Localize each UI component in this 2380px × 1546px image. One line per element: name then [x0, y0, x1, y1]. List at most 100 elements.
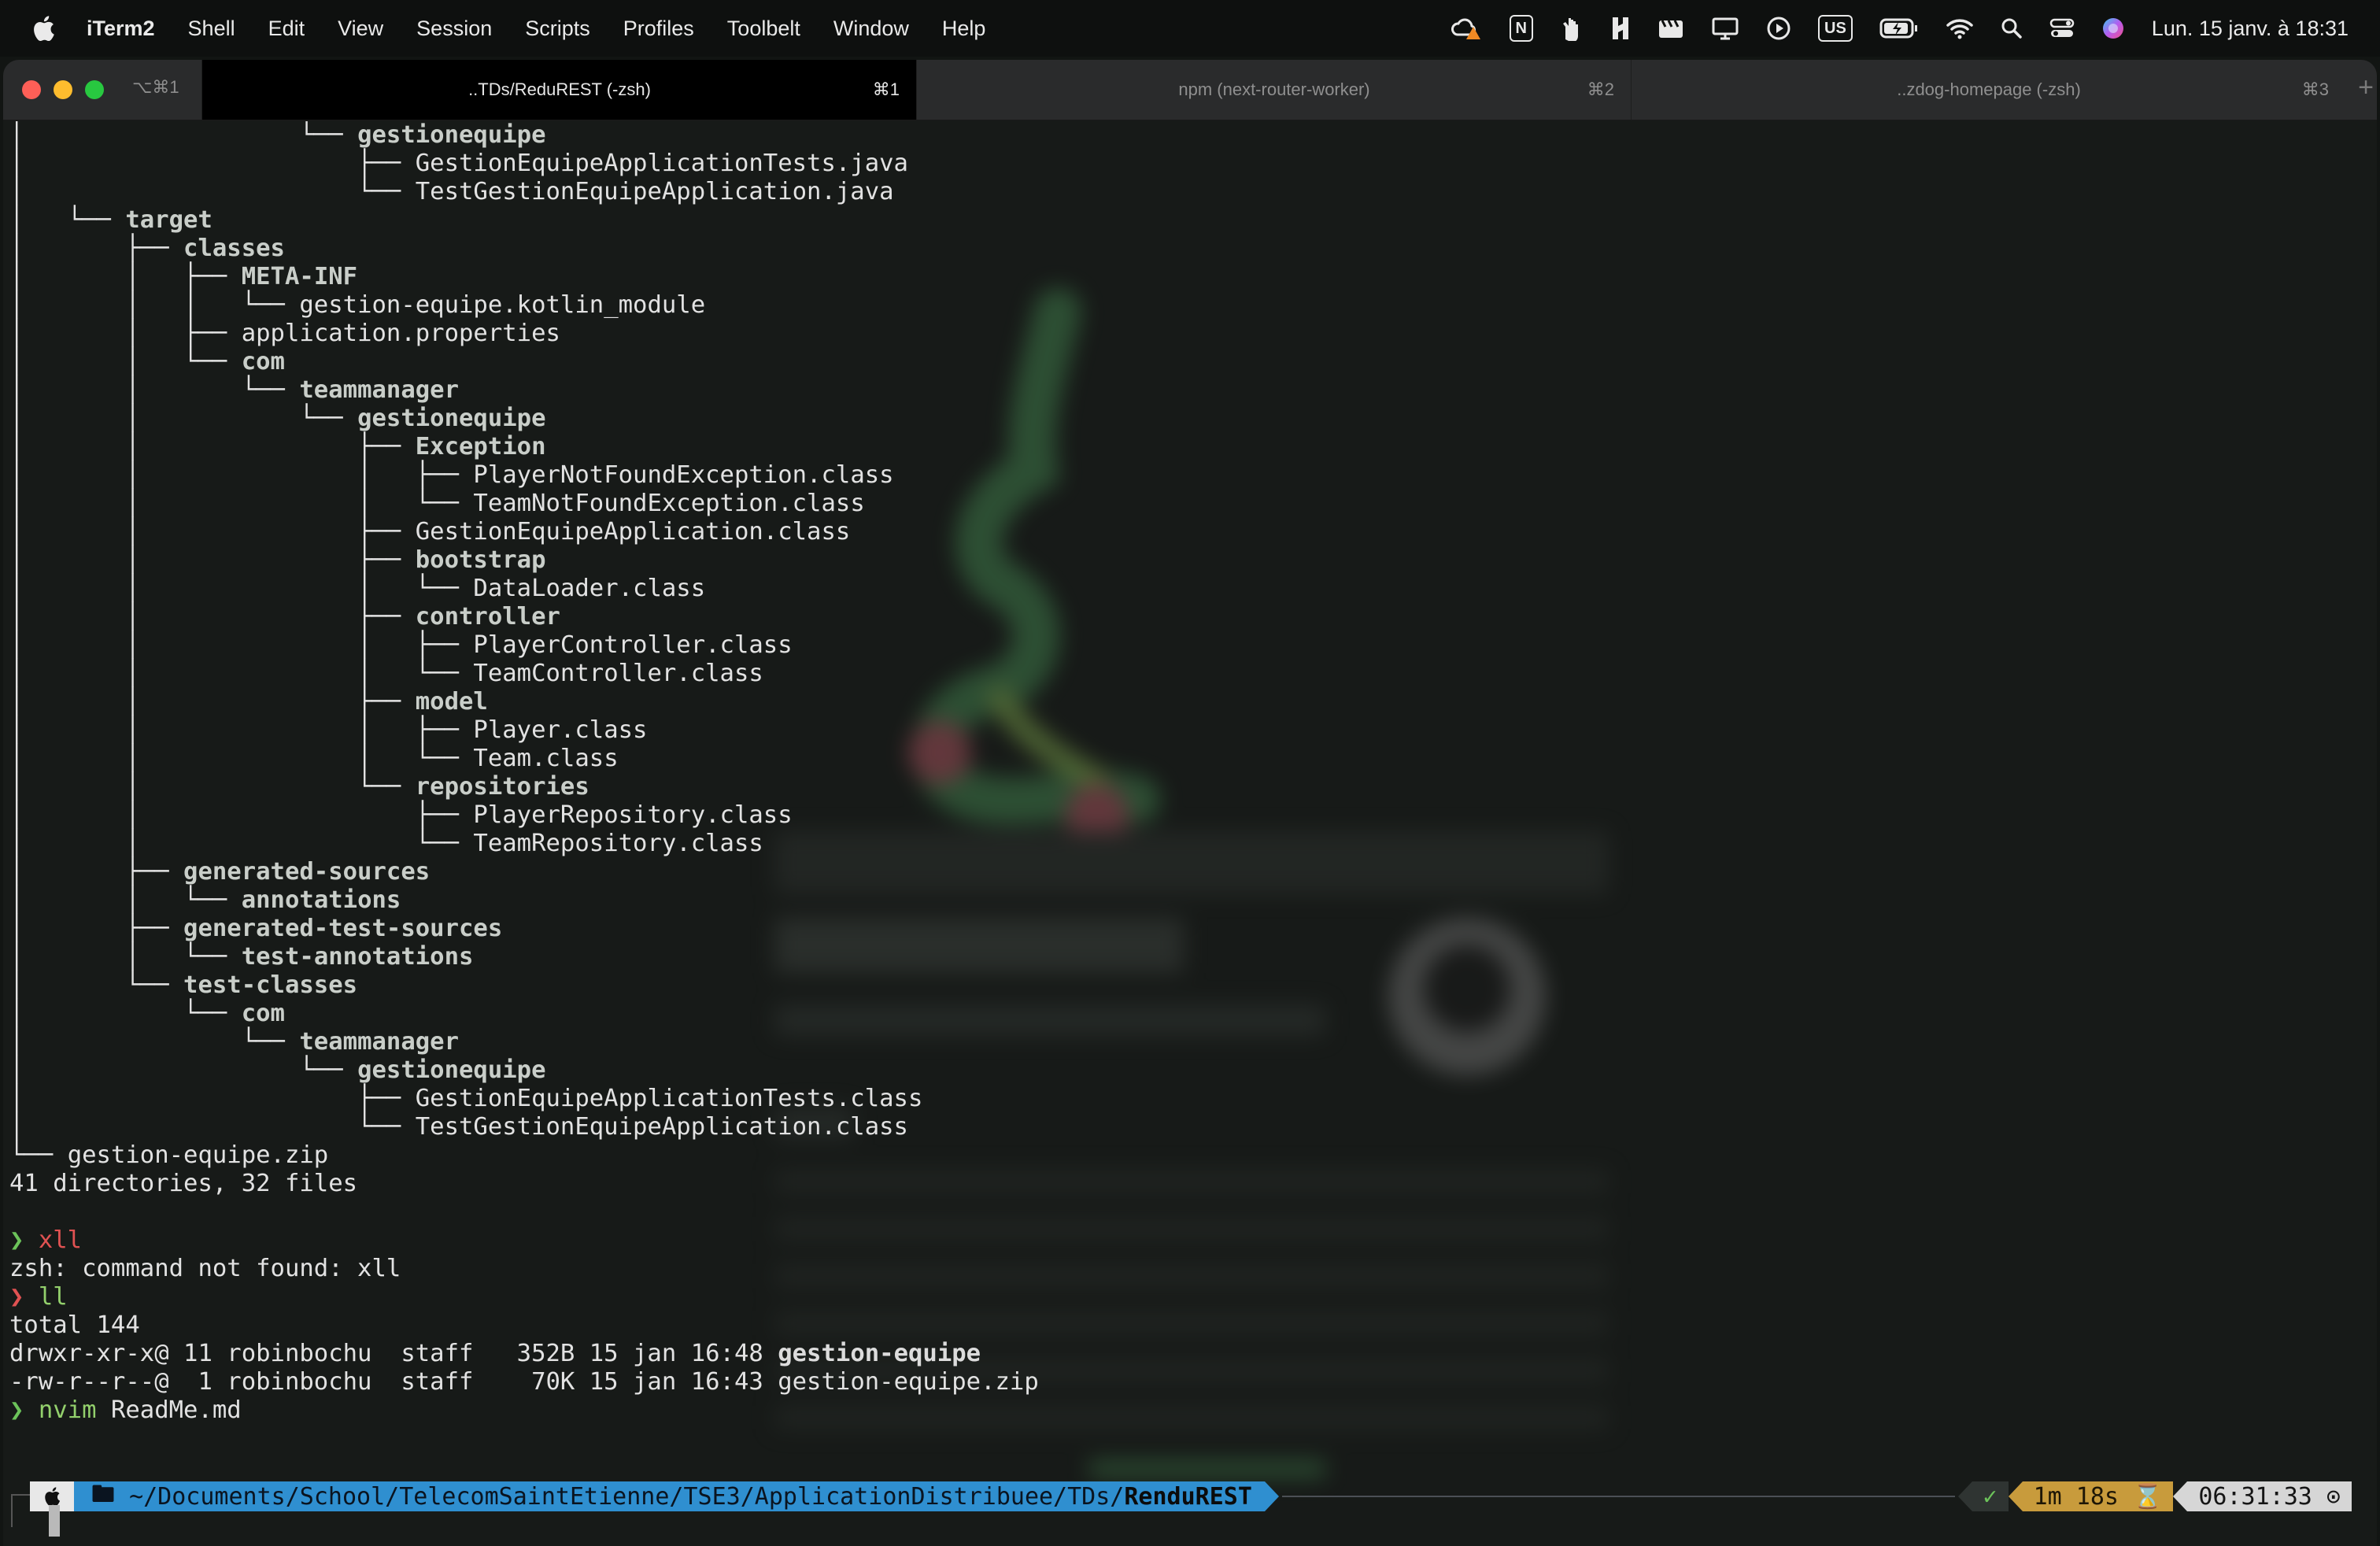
prompt-line-3: ❯ nvim ReadMe.md: [9, 1396, 2371, 1425]
prompt-symbol: ❯: [9, 1396, 24, 1424]
menu-scripts[interactable]: Scripts: [525, 17, 590, 41]
prompt-symbol: ❯: [9, 1226, 24, 1254]
tree-branch: │ │ ├──: [9, 433, 416, 460]
tree-directory-name: gestionequipe: [357, 1056, 546, 1084]
menu-profiles[interactable]: Profiles: [623, 17, 694, 41]
tree-branch: │ │ │ └──: [9, 745, 474, 772]
tree-branch: │ ├──: [9, 150, 416, 177]
current-directory: 🖿 ~/Documents/School/TelecomSaintEtienne…: [74, 1481, 1265, 1511]
hand-icon[interactable]: [1560, 16, 1584, 41]
text-cursor: [49, 1505, 60, 1537]
tree-file-name: gestion-equipe.kotlin_module: [299, 291, 706, 319]
folder-icon: 🖿: [91, 1480, 130, 1508]
cloud-warning-icon[interactable]: [1450, 16, 1483, 41]
notion-letter: N: [1509, 15, 1533, 42]
wifi-icon[interactable]: [1946, 17, 1974, 39]
play-icon[interactable]: [1766, 16, 1791, 41]
menu-app-iterm2[interactable]: iTerm2: [87, 17, 155, 41]
tab-1[interactable]: ..TDs/ReduREST (-zsh) ⌘1: [201, 60, 917, 120]
tab-2[interactable]: npm (next-router-worker) ⌘2: [916, 60, 1632, 120]
tree-branch: │ │ │ └──: [9, 660, 474, 687]
tree-branch: │ └──: [9, 178, 416, 205]
tree-branch: │ │ ├──: [9, 546, 416, 574]
tree-branch: │ └──: [9, 206, 126, 234]
tree-directory-name: test-classes: [183, 971, 358, 999]
time-segment-tip: [2173, 1481, 2188, 1511]
tree-line: │ │ │ └── gestion-equipe.kotlin_module: [9, 291, 2371, 320]
duration-segment-tip: [2008, 1481, 2023, 1511]
window-zoom-button[interactable]: [85, 80, 104, 99]
tree-line: │ │ ├── model: [9, 688, 2371, 716]
tree-file-name: GestionEquipeApplicationTests.class: [415, 1085, 923, 1112]
new-tab-button[interactable]: +: [2358, 72, 2374, 103]
tab-3[interactable]: ..zdog-homepage (-zsh) ⌘3: [1631, 60, 2346, 120]
tree-file-name: TestGestionEquipeApplication.class: [415, 1113, 908, 1141]
window-close-button[interactable]: [22, 80, 41, 99]
display-icon[interactable]: [1711, 17, 1739, 40]
tree-line: │ │ ├── GestionEquipeApplication.class: [9, 518, 2371, 546]
tree-branch: │ │ ├──: [9, 320, 242, 347]
tree-line: │ │ │ └── TeamNotFoundException.class: [9, 490, 2371, 518]
tree-line: │ └── gestionequipe: [9, 1056, 2371, 1085]
tree-branch: │ │ ├──: [9, 688, 416, 716]
tree-line: │ │ │ ├── Player.class: [9, 716, 2371, 745]
keyboard-layout-icon[interactable]: US: [1818, 15, 1853, 42]
tree-line: │ │ │ └── DataLoader.class: [9, 575, 2371, 603]
tree-branch: │ │ ├──: [9, 263, 242, 290]
menu-session[interactable]: Session: [416, 17, 492, 41]
tree-directory-name: generated-test-sources: [183, 915, 503, 942]
iterm-window: ⌥⌘1 ..TDs/ReduREST (-zsh) ⌘1 npm (next-r…: [3, 60, 2377, 1546]
tree-directory-name: bootstrap: [415, 546, 546, 574]
tree-branch: │ │ ├──: [9, 801, 474, 829]
tree-output: │ └── gestionequipe │ ├── GestionEquipeAp…: [9, 121, 2371, 1170]
tab-3-shortcut: ⌘3: [2301, 80, 2329, 99]
tree-file-name: PlayerController.class: [473, 631, 793, 659]
siri-icon[interactable]: [2101, 17, 2125, 40]
command-ll: ll: [38, 1283, 68, 1311]
menu-window[interactable]: Window: [833, 17, 909, 41]
tree-branch: │ ├──: [9, 1085, 416, 1112]
tree-branch: │ │ │ ├──: [9, 716, 474, 744]
tree-directory-name: classes: [183, 235, 285, 262]
tree-directory-name: teammanager: [299, 1028, 459, 1056]
terminal-output[interactable]: │ └── gestionequipe │ ├── GestionEquipeAp…: [9, 121, 2371, 1546]
tree-branch: │ │ ├──: [9, 518, 416, 546]
tree-branch: │ │ └──: [9, 943, 242, 971]
menu-view[interactable]: View: [338, 17, 383, 41]
tree-line: │ │ ├── controller: [9, 603, 2371, 631]
tab-1-title: ..TDs/ReduREST (-zsh): [468, 80, 651, 99]
tree-branch: └──: [9, 1141, 68, 1169]
prompt-right-segments: ✓ 1m 18s ⌛ 06:31:33 ⊙: [1957, 1481, 2352, 1511]
notion-icon[interactable]: N: [1509, 15, 1533, 42]
menu-help[interactable]: Help: [942, 17, 986, 41]
tree-line: │ │ ├── PlayerRepository.class: [9, 801, 2371, 830]
tab-2-title: npm (next-router-worker): [1178, 80, 1370, 99]
tree-branch: │ │ ├──: [9, 603, 416, 631]
battery-icon[interactable]: [1879, 17, 1919, 39]
tree-file-name: TeamController.class: [473, 660, 763, 687]
tree-line: │ └── TestGestionEquipeApplication.class: [9, 1113, 2371, 1141]
menu-edit[interactable]: Edit: [268, 17, 305, 41]
tree-file-name: PlayerRepository.class: [473, 801, 793, 829]
status-area: N US Lun. 15 janv. à 18:31: [1450, 0, 2349, 57]
tree-line: │ ├── generated-sources: [9, 858, 2371, 886]
apple-menu-icon[interactable]: [31, 15, 63, 42]
menubar-clock[interactable]: Lun. 15 janv. à 18:31: [2152, 17, 2349, 41]
menu-toolbelt[interactable]: Toolbelt: [727, 17, 800, 41]
window-minimize-button[interactable]: [54, 80, 72, 99]
tree-branch: │ └──: [9, 1056, 358, 1084]
tree-line: │ │ │ ├── PlayerController.class: [9, 631, 2371, 660]
tree-directory-name: teammanager: [299, 376, 459, 404]
tree-line: │ ├── generated-test-sources: [9, 915, 2371, 943]
tree-branch: │ │ │ └──: [9, 490, 474, 517]
tree-line: │ │ └── gestionequipe: [9, 405, 2371, 433]
tree-branch: │ └──: [9, 121, 358, 149]
menu-shell[interactable]: Shell: [188, 17, 235, 41]
tree-directory-name: gestionequipe: [357, 405, 546, 432]
tree-line: │ │ └── com: [9, 348, 2371, 376]
clapper-icon[interactable]: [1658, 17, 1684, 39]
h-icon[interactable]: [1610, 16, 1631, 41]
search-icon[interactable]: [2001, 17, 2023, 39]
control-center-icon[interactable]: [2049, 17, 2075, 39]
